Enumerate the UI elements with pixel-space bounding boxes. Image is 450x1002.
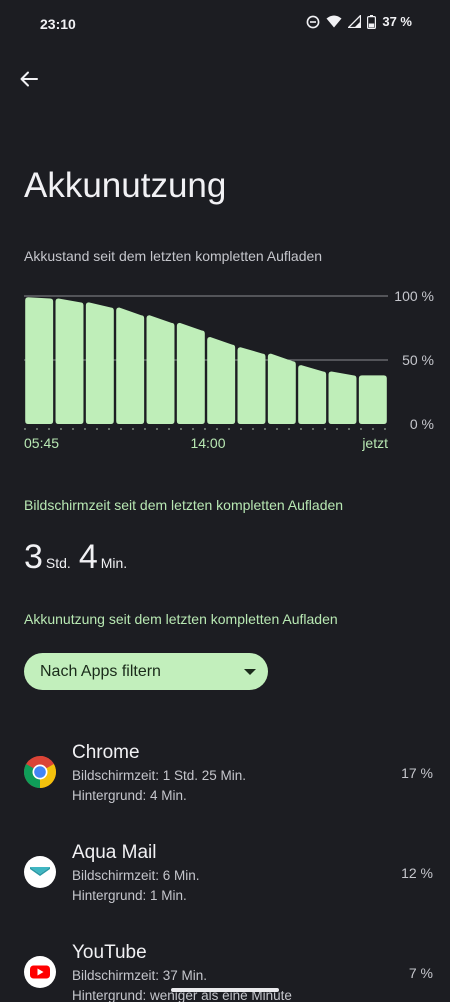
app-name: Chrome bbox=[72, 742, 140, 763]
youtube-icon bbox=[24, 956, 56, 988]
app-row-youtube[interactable]: YouTube Bildschirmzeit: 37 Min. Hintergr… bbox=[0, 938, 450, 1002]
chart-bar bbox=[116, 307, 145, 424]
screen-time-minutes-unit: Min. bbox=[100, 555, 128, 571]
app-screen-time: Bildschirmzeit: 6 Min. bbox=[72, 868, 200, 883]
do-not-disturb-icon bbox=[306, 15, 320, 29]
app-name: YouTube bbox=[72, 942, 147, 963]
chart-x-tick-label: jetzt bbox=[361, 435, 388, 451]
battery-level-chart[interactable]: 100 % 50 % 0 % 05:45 14:00 jetzt bbox=[0, 280, 450, 460]
back-button[interactable] bbox=[14, 64, 44, 94]
chart-bar bbox=[237, 347, 266, 424]
screen-time-hours: 3 bbox=[24, 538, 43, 576]
app-screen-time: Bildschirmzeit: 1 Std. 25 Min. bbox=[72, 768, 247, 783]
filter-label: Nach Apps filtern bbox=[40, 662, 161, 680]
battery-icon bbox=[367, 14, 377, 29]
app-name: Aqua Mail bbox=[72, 842, 157, 863]
chart-bar bbox=[358, 375, 387, 424]
app-row-chrome[interactable]: Chrome Bildschirmzeit: 1 Std. 25 Min. Hi… bbox=[0, 738, 450, 818]
wifi-icon bbox=[326, 15, 342, 28]
status-icons: 37 % bbox=[306, 14, 412, 29]
usage-label: Akkunutzung seit dem letzten kompletten … bbox=[24, 611, 338, 627]
arrow-back-icon bbox=[20, 71, 38, 87]
status-time: 23:10 bbox=[40, 16, 76, 32]
gesture-navigation-handle[interactable] bbox=[171, 988, 279, 992]
screen-time-hours-unit: Std. bbox=[45, 555, 71, 571]
app-screen-time: Bildschirmzeit: 37 Min. bbox=[72, 968, 208, 983]
cell-signal-icon bbox=[348, 15, 362, 28]
aqua-mail-icon bbox=[24, 856, 56, 888]
chart-caption: Akkustand seit dem letzten kompletten Au… bbox=[24, 248, 323, 264]
dropdown-arrow-icon bbox=[244, 668, 256, 675]
chart-y-tick-label: 100 % bbox=[394, 288, 434, 304]
chart-bar bbox=[25, 297, 54, 424]
chart-x-tick-label: 05:45 bbox=[24, 435, 59, 451]
status-bar: 23:10 37 % bbox=[0, 0, 450, 50]
app-usage-percent: 12 % bbox=[401, 865, 433, 881]
chart-bar bbox=[85, 302, 114, 424]
app-usage-percent: 7 % bbox=[408, 965, 433, 981]
app-background-time: Hintergrund: 4 Min. bbox=[72, 788, 187, 803]
chart-bar bbox=[176, 322, 205, 424]
chart-bar bbox=[298, 365, 327, 424]
screen-time-minutes: 4 bbox=[78, 538, 98, 576]
chrome-icon bbox=[23, 756, 57, 788]
chart-bar bbox=[55, 298, 84, 424]
chart-y-tick-label: 50 % bbox=[402, 352, 434, 368]
page-title: Akkunutzung bbox=[24, 166, 227, 205]
app-usage-percent: 17 % bbox=[401, 765, 433, 781]
chart-bar bbox=[328, 371, 357, 424]
chart-bar bbox=[207, 336, 236, 424]
screen-time-label: Bildschirmzeit seit dem letzten komplett… bbox=[24, 497, 344, 513]
app-row-aqua-mail[interactable]: Aqua Mail Bildschirmzeit: 6 Min. Hinterg… bbox=[0, 838, 450, 918]
battery-usage-screen: 23:10 37 % Akkunutzung Akkustand seit de… bbox=[0, 0, 450, 1002]
chart-y-tick-label: 0 % bbox=[410, 416, 434, 432]
filter-by-apps-dropdown[interactable]: Nach Apps filtern bbox=[24, 653, 268, 690]
app-background-time: Hintergrund: 1 Min. bbox=[72, 888, 187, 903]
battery-percent: 37 % bbox=[382, 14, 412, 29]
chart-bar bbox=[267, 353, 296, 424]
chart-bar bbox=[146, 315, 175, 424]
chart-x-tick-label: 14:00 bbox=[190, 435, 225, 451]
screen-time-value: 3 Std. 4 Min. bbox=[24, 538, 135, 577]
